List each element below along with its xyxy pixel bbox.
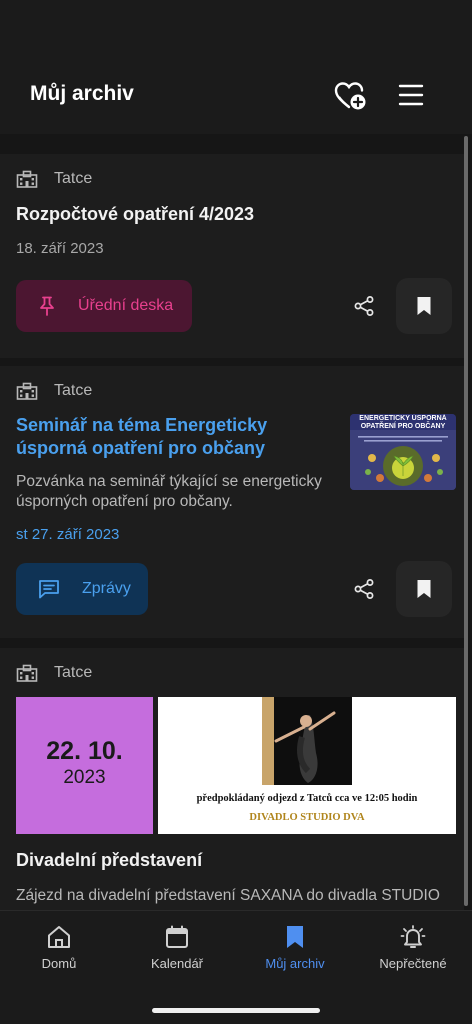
event-poster-image[interactable]: předpokládaný odjezd z Tatců cca ve 12:0… [158, 697, 456, 834]
page-title: Můj archiv [30, 82, 134, 105]
bookmark-button[interactable] [396, 278, 452, 334]
bookmark-button[interactable] [396, 561, 452, 617]
app-header: Můj archiv [0, 0, 472, 134]
town-hall-icon [16, 170, 38, 188]
add-favorite-button[interactable] [334, 80, 368, 112]
town-hall-icon [16, 664, 38, 682]
bookmark-icon [287, 926, 303, 948]
bell-icon [400, 925, 426, 948]
message-icon [39, 580, 59, 599]
archive-feed[interactable]: Tatce Rozpočtové opatření 4/2023 18. zář… [0, 134, 472, 910]
share-icon [354, 579, 374, 599]
nav-label: Nepřečtené [379, 956, 447, 971]
card-date: st 27. září 2023 [16, 526, 120, 543]
event-date-tile[interactable]: 22. 10. 2023 [16, 697, 153, 834]
article-thumbnail[interactable]: ENERGETICKY ÚSPORNÁ OPATŘENÍ PRO OBČANY [350, 414, 456, 490]
calendar-icon [166, 925, 188, 948]
nav-label: Kalendář [150, 956, 204, 971]
nav-label: Domů [41, 956, 77, 971]
share-button[interactable] [352, 577, 376, 601]
share-button[interactable] [352, 294, 376, 318]
thumbnail-title-2: OPATŘENÍ PRO OBČANY [360, 423, 446, 430]
feed-scrollbar[interactable] [464, 136, 468, 906]
category-button-uredni-deska[interactable]: Úřední deska [16, 280, 192, 332]
bookmark-icon [417, 580, 431, 598]
source-label: Tatce [54, 664, 93, 681]
card-source: Tatce [16, 664, 92, 682]
heart-plus-icon [334, 82, 366, 110]
pin-icon [40, 296, 54, 316]
nav-label: Můj archiv [265, 956, 325, 971]
card-title[interactable]: Seminář na téma Energeticky úsporná opat… [16, 414, 334, 460]
menu-button[interactable] [398, 82, 424, 108]
bottom-navigation: Domů Kalendář Můj archiv Nepřečtené [0, 910, 472, 1024]
share-icon [354, 296, 374, 316]
card-description: Pozvánka na seminář týkající se energeti… [16, 473, 322, 510]
category-label: Úřední deska [78, 297, 174, 314]
source-label: Tatce [54, 170, 93, 187]
bookmark-icon [417, 297, 431, 315]
nav-item-my-archive[interactable]: Můj archiv [236, 923, 354, 971]
home-indicator[interactable] [152, 1008, 320, 1013]
nav-item-unread[interactable]: Nepřečtené [354, 923, 472, 971]
card-title[interactable]: Divadelní představení [16, 850, 202, 871]
card-date: 18. září 2023 [16, 240, 104, 257]
town-hall-icon [16, 382, 38, 400]
hamburger-menu-icon [398, 84, 424, 106]
archive-card[interactable]: Tatce Seminář na téma Energeticky úsporn… [0, 366, 464, 638]
poster-departure-text: předpokládaný odjezd z Tatců cca ve 12:0… [196, 793, 418, 804]
event-year: 2023 [63, 767, 106, 788]
card-source: Tatce [16, 382, 92, 400]
category-label: Zprávy [82, 580, 131, 597]
source-label: Tatce [54, 382, 93, 399]
thumbnail-title-1: ENERGETICKY ÚSPORNÁ [359, 415, 447, 422]
home-icon [48, 926, 70, 948]
card-title[interactable]: Rozpočtové opatření 4/2023 [16, 204, 254, 225]
nav-item-calendar[interactable]: Kalendář [118, 923, 236, 971]
category-button-zpravy[interactable]: Zprávy [16, 563, 148, 615]
poster-footer-text: DIVADLO STUDIO DVA [249, 812, 365, 823]
event-day-month: 22. 10. [46, 737, 123, 765]
card-description: Zájezd na divadelní představení SAXANA d… [16, 887, 440, 904]
card-source: Tatce [16, 170, 92, 188]
nav-item-home[interactable]: Domů [0, 923, 118, 971]
archive-card[interactable]: Tatce Rozpočtové opatření 4/2023 18. zář… [0, 154, 464, 358]
